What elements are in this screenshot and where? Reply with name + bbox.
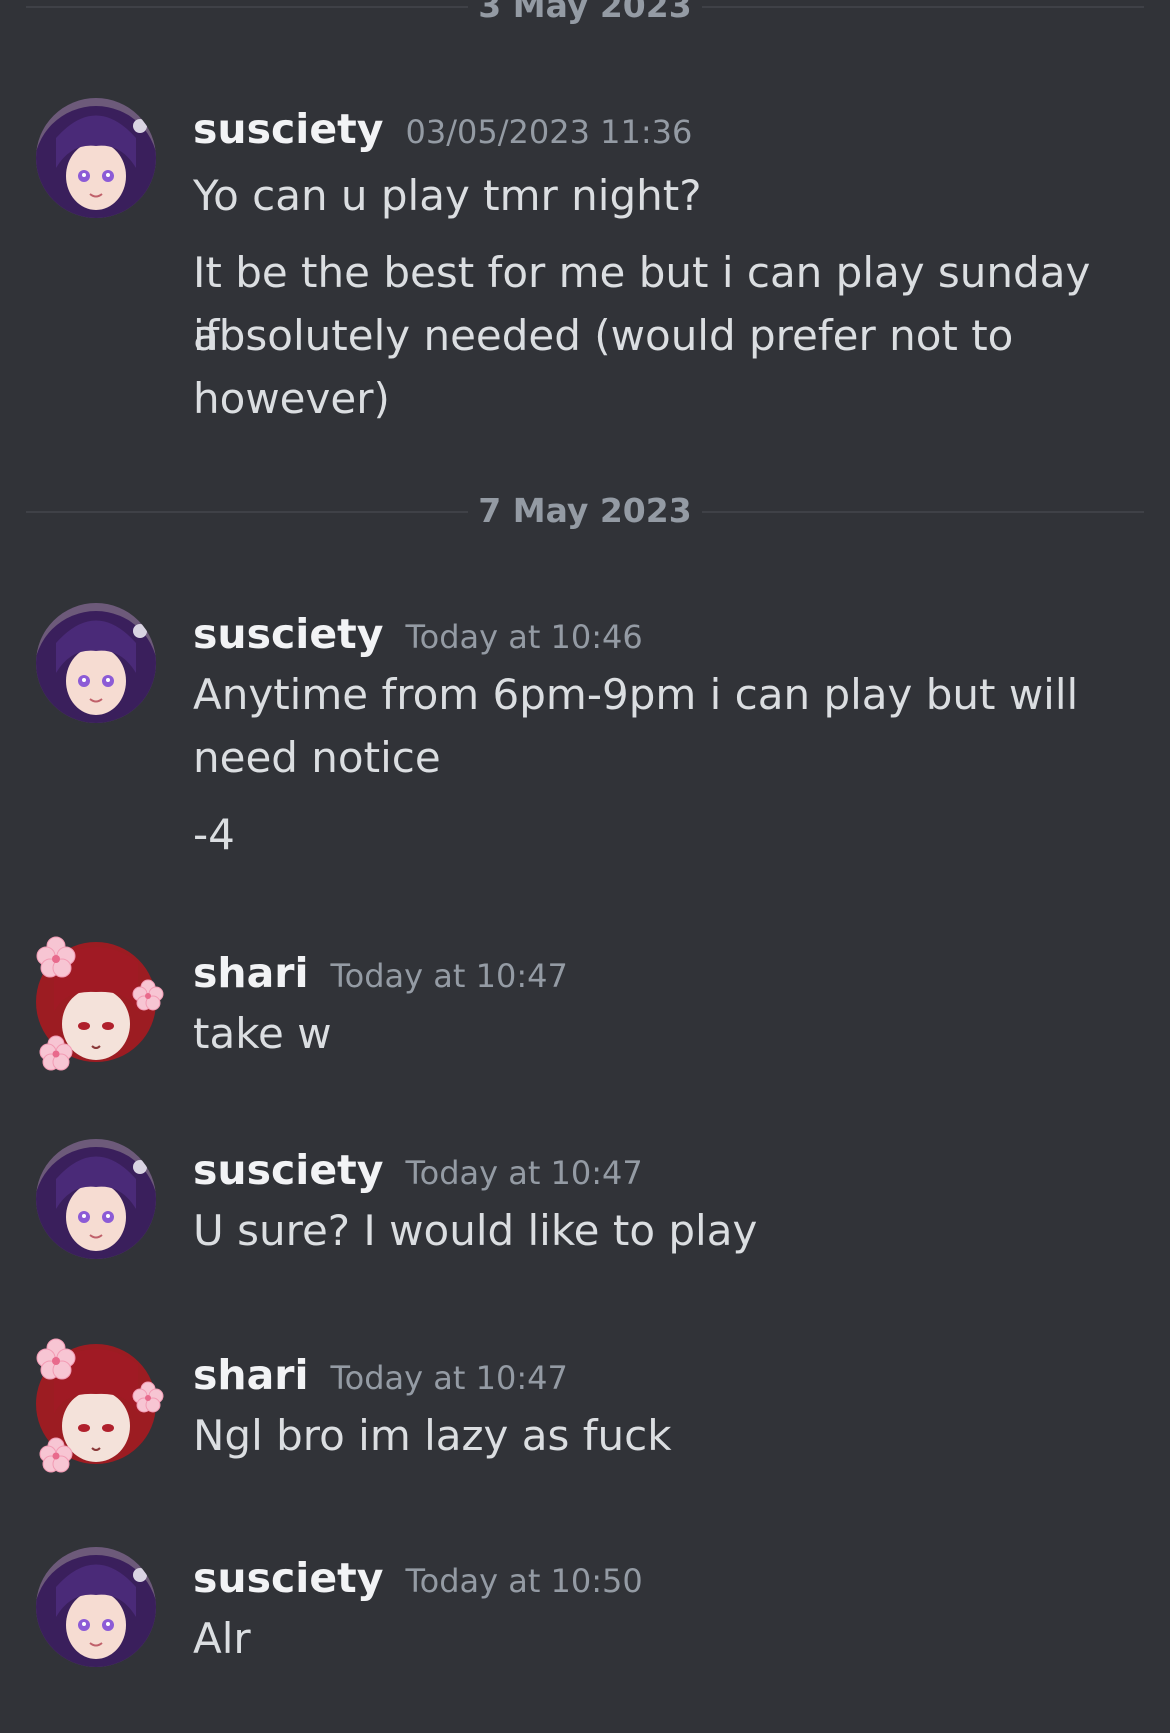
avatar[interactable] [36, 1139, 156, 1259]
date-divider-label: 7 May 2023 [478, 491, 692, 530]
date-divider-label: 3 May 2023 [478, 0, 692, 25]
avatar-susciety-image [36, 1547, 156, 1667]
message-text: however) [193, 374, 390, 423]
message-text: take w [193, 1009, 332, 1058]
avatar-susciety-image [36, 603, 156, 723]
username[interactable]: shari [193, 946, 309, 1000]
message-text: Ngl bro im lazy as fuck [193, 1411, 672, 1460]
message-header: shari Today at 10:47 [193, 1348, 568, 1402]
timestamp: Today at 10:47 [330, 957, 568, 995]
avatar-susciety-image [36, 98, 156, 218]
timestamp: Today at 10:46 [405, 618, 643, 656]
username[interactable]: susciety [193, 1551, 384, 1605]
message-text: -4 [193, 810, 235, 859]
username[interactable]: susciety [193, 1143, 384, 1197]
timestamp: 03/05/2023 11:36 [405, 113, 693, 151]
sakura-frame-icon [36, 1338, 164, 1473]
divider-line [702, 6, 1144, 8]
message-text: Anytime from 6pm-9pm i can play but will [193, 670, 1079, 719]
avatar[interactable] [36, 603, 156, 723]
date-divider: 7 May 2023 [26, 491, 1144, 530]
message-header: susciety Today at 10:46 [193, 607, 643, 661]
avatar[interactable] [36, 98, 156, 218]
timestamp: Today at 10:50 [405, 1562, 643, 1600]
avatar-susciety-image [36, 1139, 156, 1259]
username[interactable]: susciety [193, 102, 384, 156]
sakura-frame-icon [36, 936, 164, 1071]
timestamp: Today at 10:47 [405, 1154, 643, 1192]
message-text: absolutely needed (would prefer not to [193, 311, 1014, 360]
message-text: U sure? I would like to play [193, 1206, 758, 1255]
message-text: need notice [193, 733, 441, 782]
avatar[interactable] [36, 1547, 156, 1667]
message-text: Alr [193, 1614, 251, 1663]
message-text: Yo can u play tmr night? [193, 171, 702, 220]
message-header: susciety Today at 10:47 [193, 1143, 643, 1197]
message-header: shari Today at 10:47 [193, 946, 568, 1000]
timestamp: Today at 10:47 [330, 1359, 568, 1397]
divider-line [26, 511, 468, 513]
username[interactable]: susciety [193, 607, 384, 661]
username[interactable]: shari [193, 1348, 309, 1402]
message-header: susciety 03/05/2023 11:36 [193, 102, 692, 156]
date-divider: 3 May 2023 [26, 0, 1144, 25]
divider-line [702, 511, 1144, 513]
divider-line [26, 6, 468, 8]
message-header: susciety Today at 10:50 [193, 1551, 643, 1605]
